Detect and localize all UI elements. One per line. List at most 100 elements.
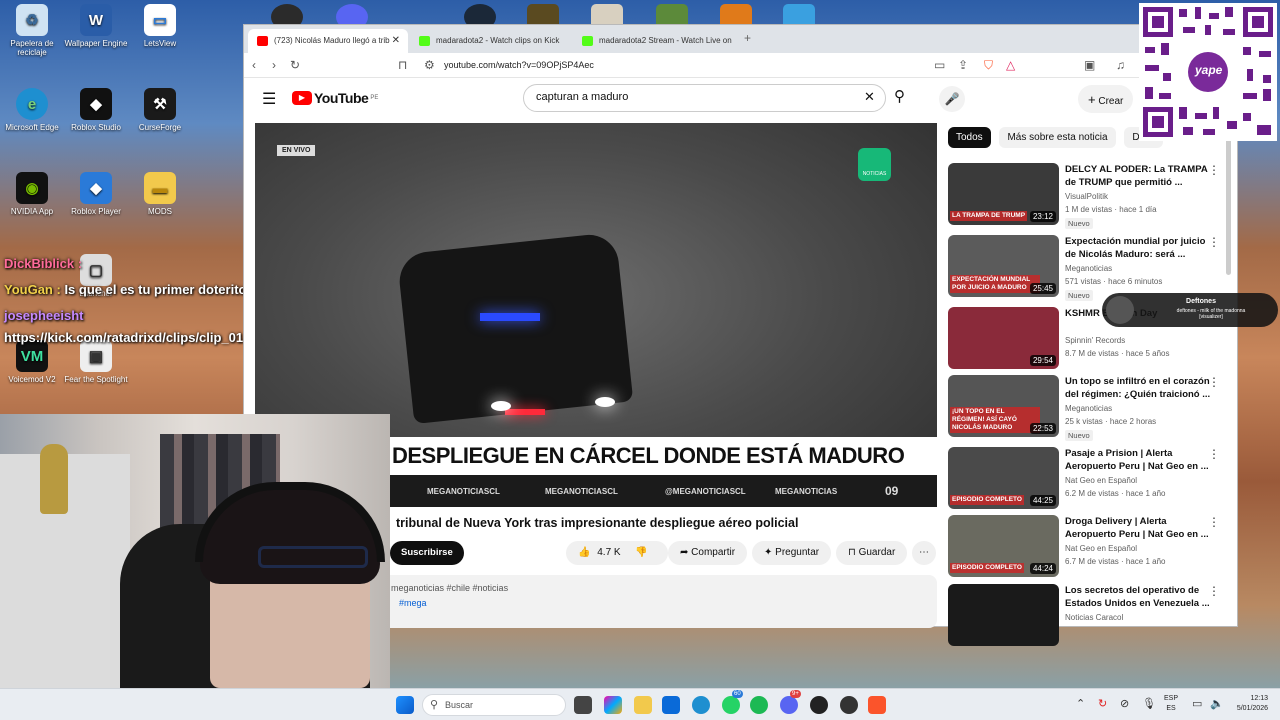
discord-taskbar-icon[interactable]: 9+: [780, 690, 801, 714]
wallpaper-engine-shortcut[interactable]: W Wallpaper Engine: [64, 4, 128, 48]
video-thumbnail[interactable]: EPISODIO COMPLETO 44:25: [948, 447, 1059, 509]
recommendation-channel[interactable]: Nat Geo en Español: [1065, 476, 1137, 485]
task-view-icon[interactable]: [574, 696, 592, 714]
recorder-icon[interactable]: [840, 696, 858, 714]
curseforge-shortcut[interactable]: ⚒ CurseForge: [128, 88, 192, 132]
volume-icon[interactable]: 🔈: [1210, 697, 1224, 710]
recommendation-channel[interactable]: Meganoticias: [1065, 404, 1112, 413]
reload-icon[interactable]: ↻: [290, 58, 300, 72]
video-thumbnail[interactable]: 29:54: [948, 307, 1059, 369]
whatsapp-icon[interactable]: 60: [722, 690, 743, 714]
more-options-icon[interactable]: ⋮: [1208, 584, 1220, 598]
recycle-bin-shortcut[interactable]: ♻ Papelera de reciclaje: [0, 4, 64, 57]
video-thumbnail[interactable]: [948, 584, 1059, 646]
recommendation-item[interactable]: ¡UN TOPO EN EL RÉGIMEN! ASÍ CAYÓ NICOLÁS…: [948, 375, 1230, 441]
recommendation-item[interactable]: EPISODIO COMPLETO 44:24 Droga Delivery | A…: [948, 515, 1230, 579]
recommendation-item[interactable]: LA TRAMPA DE TRUMP 23:12 DELCY AL PODER: L…: [948, 163, 1230, 229]
music-popup[interactable]: Deftones deftones - milk of the madonna …: [1102, 293, 1278, 327]
obs-taskbar-icon[interactable]: [810, 696, 828, 714]
new-tab-icon[interactable]: +: [744, 31, 751, 45]
music-icon[interactable]: ♫: [1116, 58, 1125, 72]
ask-button[interactable]: ✦ Preguntar: [752, 541, 832, 565]
recommendation-title[interactable]: Droga Delivery | Alerta Aeropuerto Peru …: [1065, 515, 1215, 541]
recommendation-channel[interactable]: Noticias Caracol: [1065, 613, 1123, 622]
roblox-studio-shortcut[interactable]: ◆ Roblox Studio: [64, 88, 128, 132]
recommendation-channel[interactable]: Meganoticias: [1065, 264, 1112, 273]
spotify-icon[interactable]: [750, 696, 768, 714]
edge-taskbar-icon[interactable]: [692, 696, 710, 714]
recommendation-title[interactable]: Los secretos del operativo de Estados Un…: [1065, 584, 1215, 610]
nvidia-app-shortcut[interactable]: ◉ NVIDIA App: [0, 172, 64, 216]
windows-start-icon[interactable]: [396, 696, 414, 714]
letsview-shortcut[interactable]: ▭ LetsView: [128, 4, 192, 48]
mods-folder-shortcut[interactable]: ▬ MODS: [128, 172, 192, 216]
recommendation-channel[interactable]: Nat Geo en Español: [1065, 544, 1137, 553]
scrollbar[interactable]: [1226, 135, 1231, 275]
description-link[interactable]: #mega: [399, 598, 937, 608]
create-button[interactable]: + Crear: [1078, 85, 1134, 113]
file-explorer-icon[interactable]: [634, 696, 652, 714]
more-options-icon[interactable]: ⋮: [1208, 447, 1220, 461]
more-options-icon[interactable]: ⋮: [1208, 235, 1220, 249]
filter-chip-todos[interactable]: Todos: [948, 127, 991, 148]
recommendation-item[interactable]: EXPECTACIÓN MUNDIAL POR JUICIO A MADURO 2…: [948, 235, 1230, 301]
video-thumbnail[interactable]: EPISODIO COMPLETO 44:24: [948, 515, 1059, 577]
like-button[interactable]: 👍 4.7 K 👎: [566, 541, 668, 565]
recommendation-item[interactable]: Los secretos del operativo de Estados Un…: [948, 584, 1230, 648]
recommendation-item[interactable]: EPISODIO COMPLETO 44:25 Pasaje a Prision |…: [948, 447, 1230, 511]
sidebar-icon[interactable]: ▣: [1084, 58, 1095, 72]
more-options-icon[interactable]: ⋮: [1208, 515, 1220, 529]
microphone-icon[interactable]: 🎙: [1142, 697, 1156, 710]
recommendation-channel[interactable]: Spinnin' Records: [1065, 336, 1125, 345]
store-icon[interactable]: [662, 696, 680, 714]
network-off-icon[interactable]: ⊘: [1120, 697, 1129, 710]
voice-search-icon[interactable]: 🎤: [939, 86, 965, 112]
forward-icon[interactable]: ›: [272, 58, 276, 72]
youtube-logo[interactable]: ▶ YouTube PE: [292, 90, 378, 106]
clock[interactable]: 12:13 5/01/2026: [1228, 694, 1268, 714]
save-button[interactable]: ⊓ Guardar: [836, 541, 908, 565]
recommendation-title[interactable]: Pasaje a Prision | Alerta Aeropuerto Per…: [1065, 447, 1215, 473]
menu-icon[interactable]: ☰: [262, 89, 276, 109]
recommendation-title[interactable]: DELCY AL PODER: La TRAMPA de TRUMP que p…: [1065, 163, 1215, 189]
taskbar-search[interactable]: ⚲ Buscar: [422, 694, 566, 716]
close-tab-icon[interactable]: ✕: [392, 35, 400, 46]
url-field[interactable]: youtube.com/watch?v=09OPjSP4Aec: [444, 60, 594, 70]
share-label: Compartir: [691, 547, 736, 558]
video-thumbnail[interactable]: EXPECTACIÓN MUNDIAL POR JUICIO A MADURO 2…: [948, 235, 1059, 297]
share-icon[interactable]: ⇪: [958, 58, 968, 72]
tab-youtube[interactable]: (723) Nicolás Maduro llegó a trib ✕: [248, 29, 408, 53]
site-info-icon[interactable]: ⚙: [424, 58, 435, 72]
filter-chip-related-news[interactable]: Más sobre esta noticia: [999, 127, 1116, 148]
roblox-player-shortcut[interactable]: ◆ Roblox Player: [64, 172, 128, 216]
display-icon[interactable]: ▭: [1192, 697, 1202, 710]
brave-shield-icon[interactable]: ⛉: [984, 58, 993, 73]
more-options-icon[interactable]: ⋮: [1208, 163, 1220, 177]
sync-icon[interactable]: ↻: [1098, 697, 1107, 710]
more-actions-button[interactable]: ⋯: [912, 541, 936, 565]
tab-kick-stream[interactable]: madaradota2 Stream - Watch Live on: [573, 29, 733, 53]
cast-icon[interactable]: ▭: [934, 58, 945, 72]
search-input[interactable]: capturan a maduro: [523, 84, 886, 112]
video-thumbnail[interactable]: LA TRAMPA DE TRUMP 23:12: [948, 163, 1059, 225]
copilot-icon[interactable]: [604, 696, 622, 714]
back-icon[interactable]: ‹: [252, 58, 256, 72]
bookmark-icon[interactable]: ⊓: [398, 58, 407, 72]
more-options-icon[interactable]: ⋮: [1208, 375, 1220, 389]
brave-icon[interactable]: [868, 696, 886, 714]
edge-shortcut[interactable]: e Microsoft Edge: [0, 88, 64, 132]
logo-label: NOTICIAS: [862, 171, 887, 177]
share-button[interactable]: ➦ Compartir: [668, 541, 748, 565]
tab-kick-clips[interactable]: madaradota2 - Watch clips on Kick: [410, 29, 570, 53]
recommendation-title[interactable]: Expectación mundial por juicio de Nicolá…: [1065, 235, 1215, 261]
subscribe-button[interactable]: Suscribirse: [390, 541, 464, 565]
video-thumbnail[interactable]: ¡UN TOPO EN EL RÉGIMEN! ASÍ CAYÓ NICOLÁS…: [948, 375, 1059, 437]
clear-search-icon[interactable]: ✕: [864, 89, 875, 105]
recommendation-title[interactable]: Un topo se infiltró en el corazón del ré…: [1065, 375, 1215, 401]
rewards-icon[interactable]: △: [1006, 58, 1015, 72]
desktop-icon-label: NVIDIA App: [10, 207, 54, 216]
chevron-up-icon[interactable]: ⌃: [1076, 697, 1085, 710]
recommendation-channel[interactable]: VisualPolitik: [1065, 192, 1108, 201]
search-icon[interactable]: ⚲: [894, 87, 905, 105]
language-indicator[interactable]: ESP ES: [1164, 694, 1178, 714]
